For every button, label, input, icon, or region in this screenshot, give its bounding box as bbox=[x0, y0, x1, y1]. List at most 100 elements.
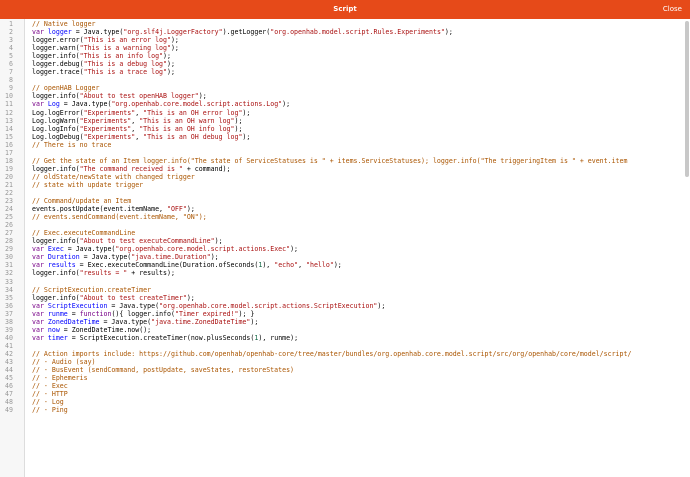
line-number: 23 bbox=[5, 197, 13, 206]
code-token: ); bbox=[166, 60, 175, 69]
code-line[interactable]: 26 bbox=[0, 221, 690, 229]
code-line[interactable]: 2 var logger = Java.type("org.slf4j.Logge… bbox=[0, 28, 690, 36]
code-token: // ScriptExecution.createTimer bbox=[32, 285, 152, 294]
code-token: (){ logger.info( bbox=[111, 309, 175, 318]
code-line[interactable]: 29 var Exec = Java.type("org.openhab.core… bbox=[0, 245, 690, 253]
code-line[interactable]: 35 logger.info("About to test createTimer… bbox=[0, 294, 690, 302]
code-line[interactable]: 40 var timer = ScriptExecution.createTime… bbox=[0, 334, 690, 342]
code-token: "This is an OH debug log" bbox=[143, 132, 243, 141]
code-token: Log.logWarn( bbox=[32, 116, 80, 125]
code-line[interactable]: 38 var ZonedDateTime = Java.type("java.ti… bbox=[0, 318, 690, 326]
code-token: "java.time.Duration" bbox=[131, 253, 211, 262]
code-token: "org.slf4j.LoggerFactory" bbox=[123, 28, 223, 37]
code-line[interactable]: 43 // - Audio (say) bbox=[0, 358, 690, 366]
code-token: var bbox=[32, 253, 44, 262]
code-line[interactable]: 18 // Get the state of an Item logger.inf… bbox=[0, 157, 690, 165]
code-line[interactable]: 11 var Log = Java.type("org.openhab.core.… bbox=[0, 100, 690, 108]
code-line[interactable]: 31 var results = Exec.executeCommandLine(… bbox=[0, 261, 690, 269]
code-token: = Java.type( bbox=[107, 301, 160, 310]
code-line[interactable]: 8 bbox=[0, 76, 690, 84]
code-token: "This is an info log" bbox=[79, 52, 164, 61]
line-number: 34 bbox=[5, 285, 13, 294]
code-line[interactable]: 4 logger.warn("This is a warning log"); bbox=[0, 44, 690, 52]
code-token: logger.info( bbox=[32, 237, 80, 246]
code-line[interactable]: 12 Log.logError("Experiments", "This is a… bbox=[0, 109, 690, 117]
code-line[interactable]: 36 var ScriptExecution = Java.type("org.o… bbox=[0, 302, 690, 310]
code-line[interactable]: 28 logger.info("About to test executeComm… bbox=[0, 237, 690, 245]
code-line[interactable]: 23 // Command/update an Item bbox=[0, 197, 690, 205]
code-token: Log.logError( bbox=[32, 108, 84, 117]
code-token: "About to test openHAB logger" bbox=[79, 92, 199, 101]
code-token: "The command received is " bbox=[79, 164, 183, 173]
code-token: "Experiments" bbox=[79, 116, 132, 125]
code-token: ); bbox=[444, 28, 453, 37]
code-line[interactable]: 49 // - Ping bbox=[0, 406, 690, 414]
code-token: ), bbox=[262, 261, 275, 270]
code-token: Exec bbox=[47, 245, 64, 254]
line-number: 46 bbox=[5, 382, 13, 391]
code-line[interactable]: 47 // - HTTP bbox=[0, 390, 690, 398]
line-number: 30 bbox=[5, 253, 13, 262]
code-line[interactable]: 27 // Exec.executeCommandLine bbox=[0, 229, 690, 237]
code-token: "This is a warning log" bbox=[79, 44, 171, 53]
code-line[interactable]: 44 // - BusEvent (sendCommand, postUpdate… bbox=[0, 366, 690, 374]
code-line[interactable]: 7 logger.trace("This is a trace log"); bbox=[0, 68, 690, 76]
line-number: 2 bbox=[9, 28, 13, 37]
close-button[interactable]: Close bbox=[663, 0, 682, 19]
code-line[interactable]: 9 // openHAB Logger bbox=[0, 84, 690, 92]
code-token: Log.logDebug( bbox=[32, 132, 84, 141]
line-number: 27 bbox=[5, 229, 13, 238]
code-line[interactable]: 48 // - Log bbox=[0, 398, 690, 406]
code-line[interactable]: 15 Log.logDebug("Experiments", "This is a… bbox=[0, 133, 690, 141]
code-token: "org.openhab.core.model.script.actions.E… bbox=[115, 245, 291, 254]
code-line[interactable]: 13 Log.logWarn("Experiments", "This is an… bbox=[0, 117, 690, 125]
code-editor[interactable]: 1 // Native logger 2 var logger = Java.type… bbox=[0, 19, 690, 477]
code-line[interactable]: 45 // - Ephemeris bbox=[0, 374, 690, 382]
code-line[interactable]: 22 bbox=[0, 189, 690, 197]
code-line[interactable]: 17 bbox=[0, 149, 690, 157]
code-area[interactable]: 1 // Native logger 2 var logger = Java.type… bbox=[0, 20, 690, 414]
code-token: // - Log bbox=[32, 398, 64, 407]
code-line[interactable]: 33 bbox=[0, 278, 690, 286]
code-line[interactable]: 30 var Duration = Java.type("java.time.Du… bbox=[0, 253, 690, 261]
code-line[interactable]: 41 bbox=[0, 342, 690, 350]
code-line[interactable]: 1 // Native logger bbox=[0, 20, 690, 28]
line-number: 40 bbox=[5, 333, 13, 342]
code-line[interactable]: 10 logger.info("About to test openHAB log… bbox=[0, 92, 690, 100]
code-token: "This is a debug log" bbox=[83, 60, 167, 69]
code-line[interactable]: 3 logger.error("This is an error log"); bbox=[0, 36, 690, 44]
code-token: ), runme); bbox=[258, 333, 299, 342]
code-token: , bbox=[135, 132, 144, 141]
code-line[interactable]: 20 // oldState/newState with changed trig… bbox=[0, 173, 690, 181]
line-number: 21 bbox=[5, 180, 13, 189]
code-line[interactable]: 21 // state with update trigger bbox=[0, 181, 690, 189]
code-token: "Experiments" bbox=[83, 108, 136, 117]
line-number: 32 bbox=[5, 269, 13, 278]
code-line[interactable]: 6 logger.debug("This is a debug log"); bbox=[0, 60, 690, 68]
line-number: 33 bbox=[5, 277, 13, 286]
vertical-scrollbar[interactable] bbox=[685, 21, 689, 177]
code-token: "java.time.ZonedDateTime" bbox=[151, 317, 251, 326]
code-line[interactable]: 25 // events.sendCommand(event.itemName, … bbox=[0, 213, 690, 221]
code-line[interactable]: 34 // ScriptExecution.createTimer bbox=[0, 286, 690, 294]
code-line[interactable]: 14 Log.logInfo("Experiments", "This is an… bbox=[0, 125, 690, 133]
code-token: logger.info( bbox=[32, 92, 80, 101]
code-token: ); bbox=[186, 293, 195, 302]
code-token: = bbox=[67, 309, 80, 318]
page-title: Script bbox=[333, 5, 357, 13]
code-line[interactable]: 24 events.postUpdate(event.itemName, "OFF… bbox=[0, 205, 690, 213]
code-token: "hello" bbox=[306, 261, 334, 270]
code-line[interactable]: 19 logger.info("The command received is "… bbox=[0, 165, 690, 173]
code-line[interactable]: 39 var now = ZonedDateTime.now(); bbox=[0, 326, 690, 334]
code-line[interactable]: 32 logger.info("results = " + results); bbox=[0, 269, 690, 277]
code-token: ScriptExecution bbox=[47, 301, 108, 310]
code-line[interactable]: 37 var runme = function(){ logger.info("T… bbox=[0, 310, 690, 318]
line-number: 18 bbox=[5, 156, 13, 165]
line-number: 12 bbox=[5, 108, 13, 117]
code-token: , bbox=[131, 124, 140, 133]
code-line[interactable]: 5 logger.info("This is an info log"); bbox=[0, 52, 690, 60]
line-number: 37 bbox=[5, 309, 13, 318]
code-line[interactable]: 42 // Action imports include: https://git… bbox=[0, 350, 690, 358]
code-line[interactable]: 16 // There is no trace bbox=[0, 141, 690, 149]
code-line[interactable]: 46 // - Exec bbox=[0, 382, 690, 390]
